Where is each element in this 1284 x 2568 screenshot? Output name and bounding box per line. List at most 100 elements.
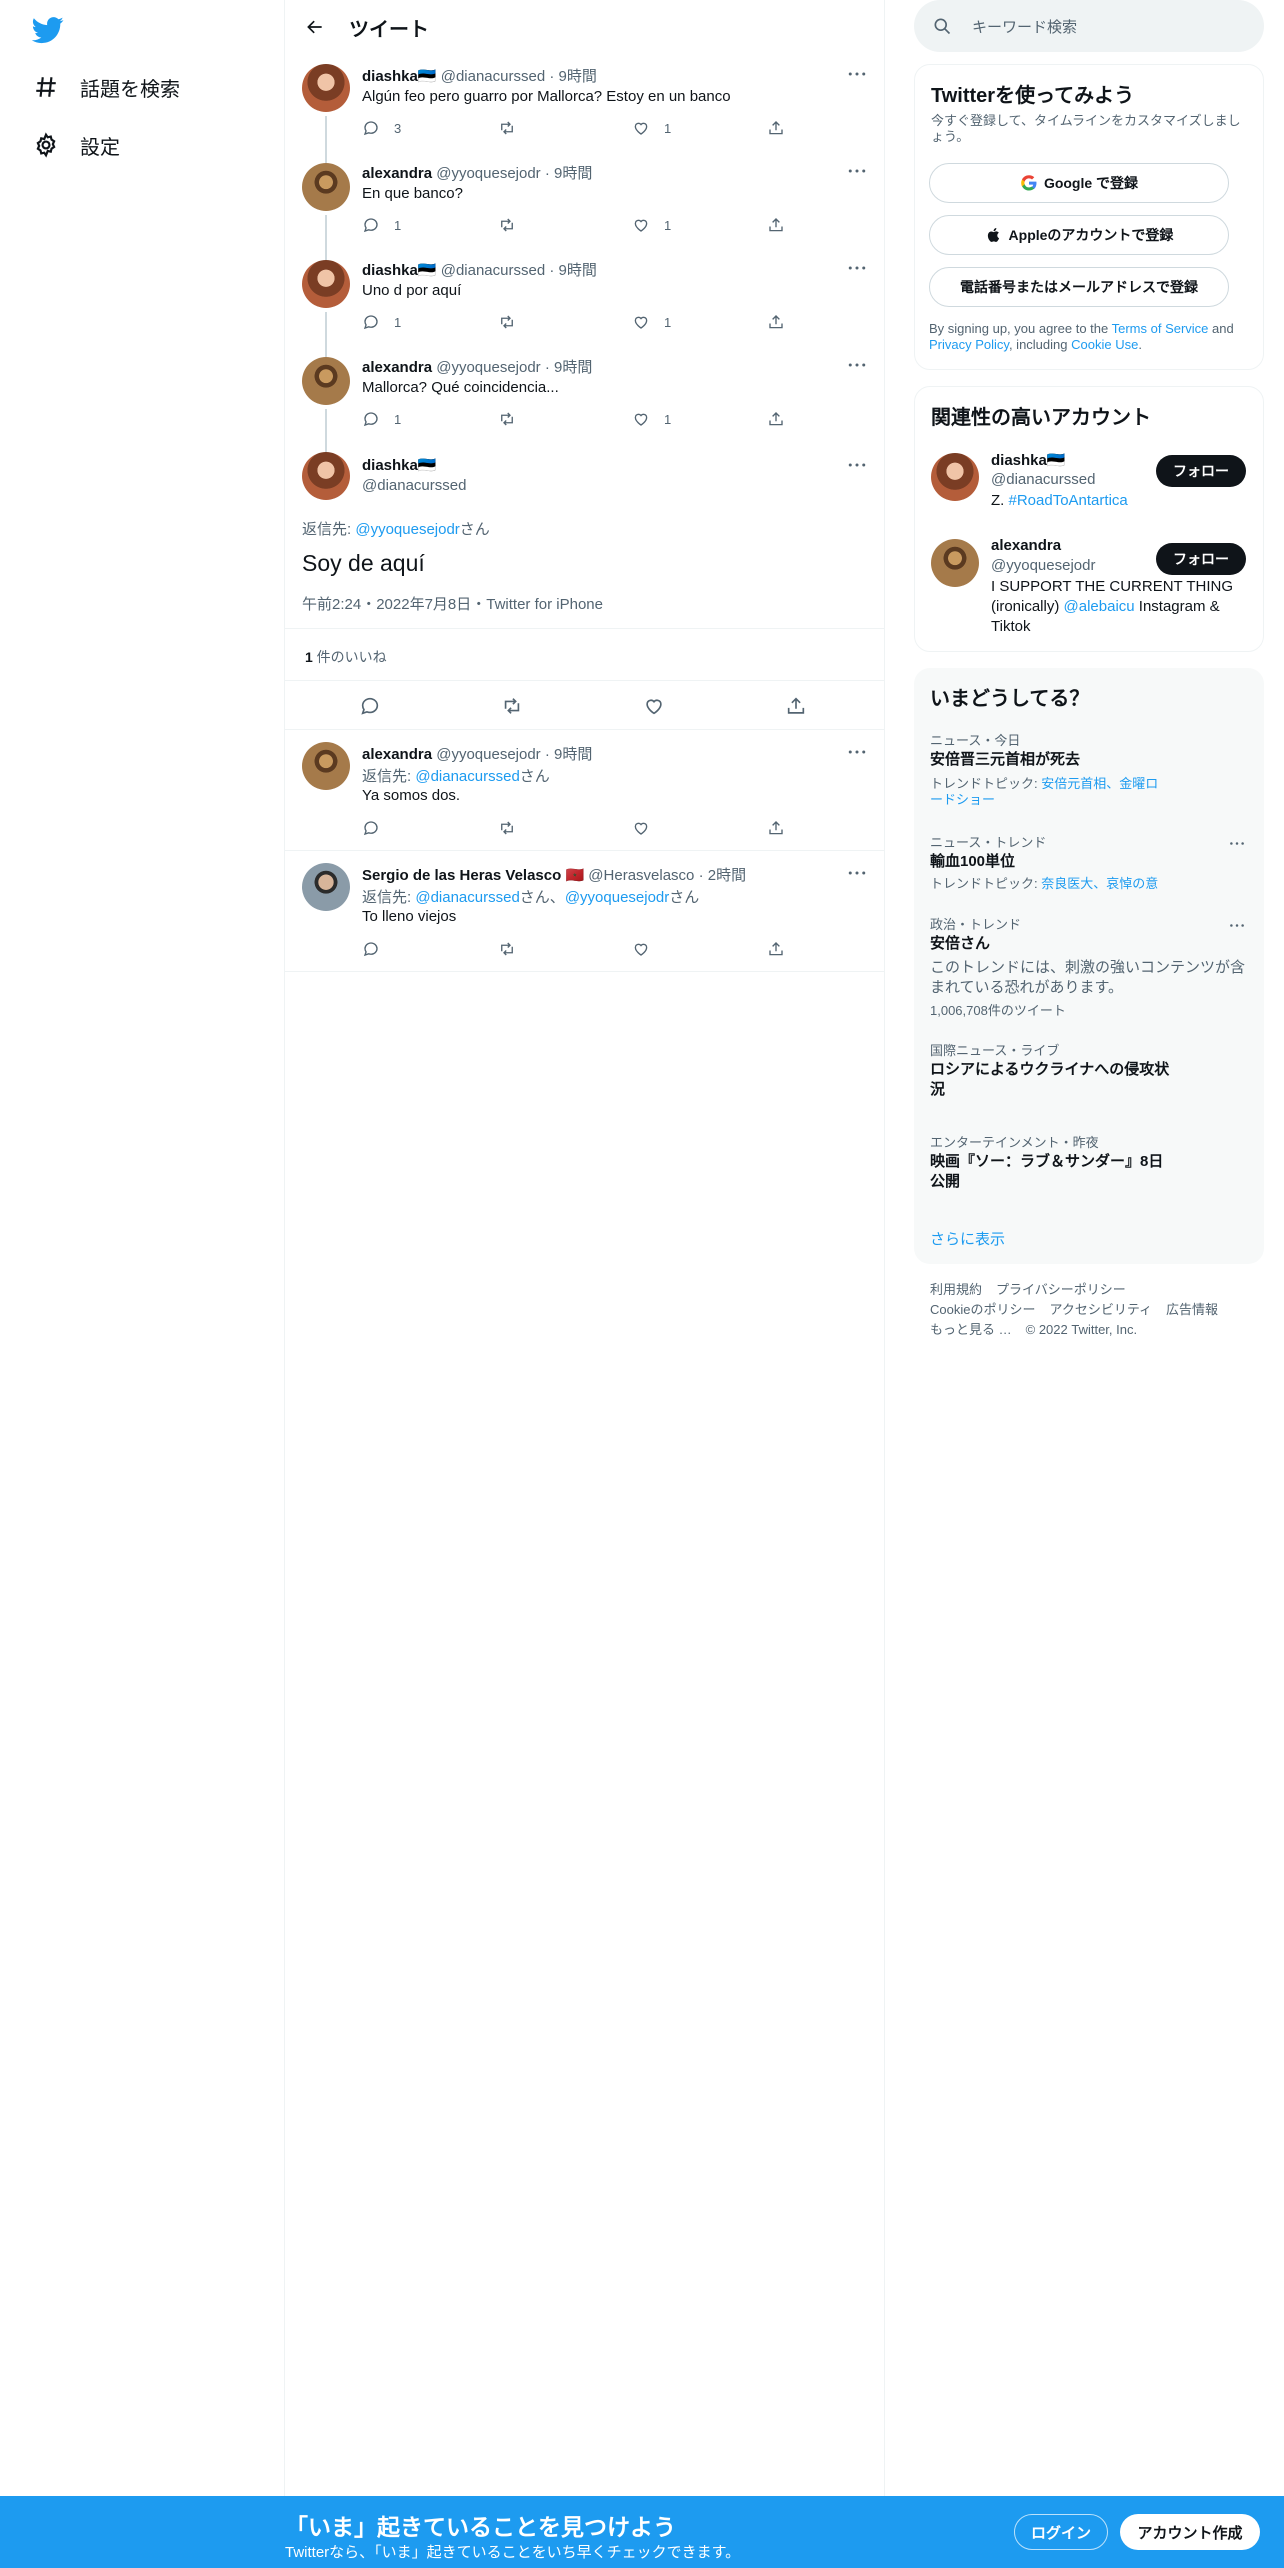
apple-signup-button[interactable]: Appleのアカウントで登録: [929, 215, 1229, 255]
avatar[interactable]: [302, 452, 350, 500]
author-handle[interactable]: @Herasvelasco: [588, 867, 694, 884]
tweet-time[interactable]: · 2時間: [694, 867, 747, 884]
reply-to-link[interactable]: @yyoquesejodr: [355, 521, 459, 538]
share-button[interactable]: [767, 313, 785, 331]
account-name[interactable]: alexandra: [991, 537, 1061, 554]
phone-email-signup-button[interactable]: 電話番号またはメールアドレスで登録: [929, 267, 1229, 307]
account-handle[interactable]: @dianacurssed: [991, 471, 1095, 488]
search-input[interactable]: キーワード検索: [972, 16, 1077, 37]
search-box[interactable]: キーワード検索: [914, 0, 1264, 52]
avatar[interactable]: [302, 260, 350, 308]
reply-button[interactable]: 3: [362, 119, 401, 137]
author-handle[interactable]: @yyoquesejodr: [436, 359, 540, 376]
trend-item[interactable]: ニュース・トレンド 輸血100単位 トレンドトピック: 奈良医大、哀悼の意: [914, 832, 1264, 898]
retweet-button[interactable]: [498, 119, 516, 137]
avatar[interactable]: [931, 539, 979, 587]
mention-link[interactable]: @alebaicu: [1064, 598, 1135, 615]
account-row[interactable]: diashka🇪🇪 @dianacurssed Z. #RoadToAntart…: [915, 447, 1265, 523]
like-button[interactable]: 1: [632, 313, 671, 331]
tweet-timestamp[interactable]: 午前2:24・2022年7月8日・Twitter for iPhone: [302, 593, 603, 614]
tweet-time[interactable]: · 9時間: [545, 68, 597, 85]
follow-button[interactable]: フォロー: [1156, 455, 1246, 487]
footer-terms-link[interactable]: 利用規約: [930, 1282, 982, 1297]
twitter-logo-icon[interactable]: [31, 14, 64, 46]
author-name[interactable]: alexandra: [362, 746, 432, 763]
account-name[interactable]: diashka🇪🇪: [991, 451, 1066, 469]
reply-button[interactable]: 1: [362, 216, 401, 234]
privacy-link[interactable]: Privacy Policy: [929, 337, 1009, 352]
retweet-button[interactable]: [498, 940, 516, 958]
share-button[interactable]: [767, 119, 785, 137]
author-handle[interactable]: @dianacurssed: [362, 477, 466, 494]
more-options-icon[interactable]: [1226, 834, 1248, 852]
back-arrow-icon[interactable]: [295, 7, 335, 47]
like-button[interactable]: 1: [632, 216, 671, 234]
thread-tweet[interactable]: diashka🇪🇪 @dianacurssed · 9時間 Uno d por …: [285, 254, 884, 353]
account-handle[interactable]: @yyoquesejodr: [991, 557, 1095, 574]
avatar[interactable]: [931, 453, 979, 501]
trend-topic-links[interactable]: 奈良医大、哀悼の意: [1041, 876, 1158, 891]
retweet-icon[interactable]: [499, 693, 525, 719]
more-options-icon[interactable]: [846, 356, 868, 374]
retweet-button[interactable]: [498, 313, 516, 331]
share-button[interactable]: [767, 410, 785, 428]
avatar[interactable]: [302, 357, 350, 405]
avatar[interactable]: [302, 64, 350, 112]
author-name[interactable]: alexandra: [362, 165, 432, 182]
more-options-icon[interactable]: [846, 456, 868, 474]
reply-to-link[interactable]: @dianacurssed: [415, 768, 519, 785]
like-button[interactable]: 1: [632, 119, 671, 137]
author-name[interactable]: diashka🇪🇪: [362, 456, 437, 474]
more-options-icon[interactable]: [1226, 916, 1248, 934]
thread-tweet[interactable]: alexandra @yyoquesejodr · 9時間 En que ban…: [285, 157, 884, 256]
avatar[interactable]: [302, 863, 350, 911]
trend-item[interactable]: 政治・トレンド 安倍さん このトレンドには、刺激の強いコンテンツが含まれている恐…: [914, 914, 1264, 1018]
footer-more-link[interactable]: もっと見る …: [930, 1322, 1012, 1337]
author-handle[interactable]: @dianacurssed: [441, 262, 545, 279]
share-button[interactable]: [767, 216, 785, 234]
trend-item[interactable]: エンターテインメント・昨夜 映画『ソー：ラブ＆サンダー』8日公開: [914, 1132, 1264, 1202]
terms-link[interactable]: Terms of Service: [1112, 321, 1209, 336]
reply-to-link[interactable]: @yyoquesejodr: [565, 889, 669, 906]
avatar[interactable]: [302, 742, 350, 790]
footer-accessibility-link[interactable]: アクセシビリティ: [1049, 1302, 1152, 1317]
share-icon[interactable]: [783, 693, 809, 719]
more-options-icon[interactable]: [846, 743, 868, 761]
follow-button[interactable]: フォロー: [1156, 543, 1246, 575]
more-options-icon[interactable]: [846, 259, 868, 277]
show-more-link[interactable]: さらに表示: [930, 1228, 1005, 1249]
like-button[interactable]: [632, 940, 650, 958]
author-handle[interactable]: @dianacurssed: [441, 68, 545, 85]
footer-cookie-link[interactable]: Cookieのポリシー: [930, 1302, 1035, 1317]
retweet-button[interactable]: [498, 819, 516, 837]
footer-ads-link[interactable]: 広告情報: [1166, 1302, 1218, 1317]
tweet-time[interactable]: · 9時間: [541, 746, 593, 763]
tweet-time[interactable]: · 9時間: [545, 262, 597, 279]
thread-tweet[interactable]: diashka🇪🇪 @dianacurssed · 9時間 Algún feo …: [285, 62, 884, 159]
cookie-link[interactable]: Cookie Use: [1071, 337, 1138, 352]
author-handle[interactable]: @yyoquesejodr: [436, 165, 540, 182]
author-name[interactable]: diashka🇪🇪: [362, 68, 437, 85]
login-button[interactable]: ログイン: [1014, 2514, 1108, 2550]
reply-button[interactable]: [362, 819, 380, 837]
like-summary[interactable]: 1 件のいいね: [305, 647, 387, 667]
author-name[interactable]: diashka🇪🇪: [362, 262, 437, 279]
reply-button[interactable]: [362, 940, 380, 958]
avatar[interactable]: [302, 163, 350, 211]
reply-to-link[interactable]: @dianacurssed: [415, 889, 519, 906]
reply-icon[interactable]: [357, 693, 383, 719]
more-options-icon[interactable]: [846, 162, 868, 180]
reply-button[interactable]: 1: [362, 410, 401, 428]
more-options-icon[interactable]: [846, 65, 868, 83]
tweet-time[interactable]: · 9時間: [541, 165, 593, 182]
author-handle[interactable]: @yyoquesejodr: [436, 746, 540, 763]
retweet-button[interactable]: [498, 410, 516, 428]
footer-privacy-link[interactable]: プライバシーポリシー: [996, 1282, 1126, 1297]
reply-tweet[interactable]: Sergio de las Heras Velasco 🇲🇦 @Herasvel…: [285, 851, 884, 972]
google-signup-button[interactable]: Google で登録: [929, 163, 1229, 203]
like-button[interactable]: [632, 819, 650, 837]
nav-explore[interactable]: 話題を検索: [32, 72, 180, 102]
share-button[interactable]: [767, 940, 785, 958]
thread-tweet[interactable]: alexandra @yyoquesejodr · 9時間 Mallorca? …: [285, 351, 884, 450]
share-button[interactable]: [767, 819, 785, 837]
